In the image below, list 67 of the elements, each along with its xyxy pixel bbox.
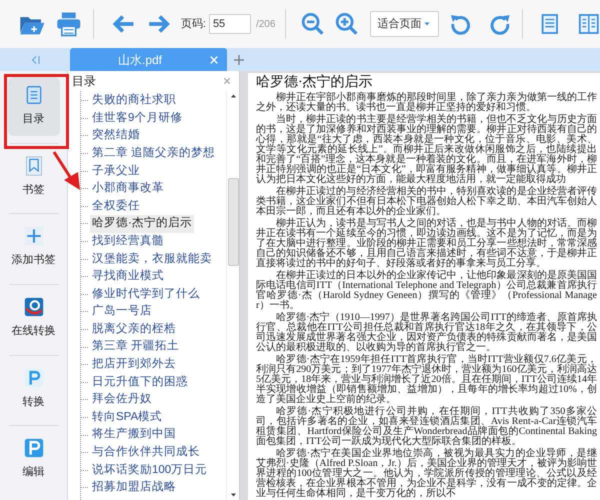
zoom-select[interactable]: 适合页面	[370, 11, 439, 37]
toc-item[interactable]: 把店开到郊外去	[90, 356, 178, 374]
page-label: 页码:	[180, 16, 206, 32]
two-page-icon[interactable]	[578, 13, 600, 35]
scroll-up-icon[interactable]	[230, 93, 236, 99]
close-icon[interactable]	[223, 77, 231, 85]
toc-item[interactable]: 说坏话奖励100万日元	[90, 462, 210, 479]
single-page-icon[interactable]	[538, 13, 560, 35]
toc-item[interactable]: 佳世客9个月研修	[90, 110, 184, 128]
plus-icon[interactable]	[24, 226, 44, 246]
toc-item[interactable]: 失败的商社求职	[90, 92, 178, 110]
sidebar-button[interactable]: 添加书签	[8, 218, 60, 278]
page-number-field[interactable]: 55	[208, 14, 251, 34]
bookmark-icon[interactable]	[24, 156, 44, 176]
toc-item[interactable]: 将生产搬到中国	[90, 426, 178, 444]
toc-item[interactable]: 子承父业	[90, 162, 142, 180]
page-total: /206	[256, 18, 276, 32]
toc-item[interactable]: 与合作伙伴共同成长	[90, 444, 202, 462]
scrollbar-thumb[interactable]	[228, 178, 238, 266]
document-paragraph: 在柳井正读过的日本以外的企业家传记中，让他印象最深刻的是原美国国际电话电信司ITT（International Telephone and Telegraph）公司总裁兼首席执行官哈罗德·杰（Harold Sydney Geneen）撰写的《管理》（Professional Manager）一书。	[256, 271, 597, 311]
rotate-left-icon[interactable]	[448, 12, 472, 36]
zoom-select-value: 适合页面	[378, 16, 422, 32]
toc-item[interactable]: 全权委任	[90, 198, 142, 215]
sidebar-button[interactable]: 在线转换	[8, 289, 60, 348]
sidebar-button[interactable]: 书签	[8, 148, 60, 206]
toc-item[interactable]: 拜会佐丹奴	[90, 391, 154, 409]
toc-item[interactable]: 汉堡能卖，衣服就能卖	[90, 250, 214, 268]
document-paragraph: 柳井正认为，读书是与写书人之间的对话，也是与书中人物的对话。而柳井正在读书有一个延续至今的习惯，即边读边画线。这不是为了记忆，而是为了在大脑中进行整理。业阶段的柳井正需要和员工分享一些想法时，常常深感自己的知识储备还不够，且用自己语言来描述时，有些词不达意，于是柳井正直接将读过的书中的好句子、好段落或者好的事拿来与员工分享。	[256, 219, 597, 269]
printer-icon[interactable]	[55, 10, 83, 38]
toc-item[interactable]: 招募加盟店战略	[90, 479, 178, 496]
toc-item[interactable]: 修业时代学到了什么	[90, 286, 202, 303]
toc-item[interactable]: 转向SPA模式	[90, 408, 164, 426]
toc-item[interactable]: 寻找商业模式	[90, 268, 166, 286]
toc-item[interactable]: 第二章 追随父亲的梦想	[90, 144, 218, 162]
caret-icon[interactable]	[422, 21, 431, 27]
document-paragraph: 哈罗德·杰宁（1910—1997）是世界著名跨国公司ITT的缔造者、原首席执行官、总裁他在ITT公司担任总裁和首席执行官达18年之久，在其领导下，公司迅速发展成世界著名强大企业，因对资产负债表的特殊贡献而著名，是美国公认的最积极进取的、以收购为导的首席执行官之一。	[256, 313, 597, 353]
sidebar-button[interactable]: 转换	[8, 360, 60, 418]
sidebar-button[interactable]: 目录	[8, 77, 60, 136]
page-heading: 哈罗德·杰宁的启示	[256, 75, 374, 91]
document-paragraph: 哈罗德·杰宁在美国企业界地位崇高，被视为最具实力的企业导师，是继艾弗烈·史隆（Alfred P.Sloan，Jr.）后，美国企业界的管理天才，被评为影响世界进程的100位管理大之一。他认为，学院派所传授的管理理论、公式以及经营检核表，在企业界根本不管用，为企业不是科学，没有一成不变的定律。企业与任何生命体相同，是千变万化的，所以不	[256, 449, 597, 499]
collapse-panel-icon[interactable]	[29, 54, 41, 66]
document-paragraph: 哈罗德·杰宁在1959年担任ITT首席执行官，当时ITT营业额仅7.6亿美元，利润只有290万美元；到了1977年杰宁退休时，营业额为160亿美元，利润高达5亿美元，18年来，营业与利润增长了近20倍。且在任期间，ITT公司连续14年半实现增收增益（即销售额增加、益增加），且每年的增长率均超过10%，创造了美国企业史上空前的纪录。	[256, 355, 597, 405]
toc-item[interactable]: 脱离父亲的桎梏	[90, 320, 178, 338]
toc-item[interactable]: 找到经营真髓	[90, 232, 166, 250]
zoom-in-icon[interactable]	[334, 11, 360, 37]
app-logo-icon[interactable]	[24, 368, 44, 388]
toc-item[interactable]: 第三章 开疆拓土	[90, 338, 182, 356]
app-logo-icon[interactable]	[24, 297, 44, 318]
toc-item[interactable]: 广岛一号店	[90, 303, 154, 321]
rotate-right-icon[interactable]	[488, 12, 512, 36]
toc-item[interactable]: 小郡商事改革	[90, 180, 166, 198]
toc-item[interactable]: 日元升值下的困惑	[90, 374, 190, 391]
document-paragraph: 柳井正在宇部小郡商事磨炼的那段时间里，除了亲力亲为做第一线的工作之外，还读大量的书。读书也一直是柳井正坚持的爱好和习惯。	[256, 93, 597, 113]
sidebar-button[interactable]: 编辑	[8, 430, 60, 490]
tab-label: 山水.pdf	[118, 52, 164, 68]
toc-item[interactable]: 突然结婚	[90, 127, 142, 145]
panel-title: 目录	[72, 73, 96, 90]
list-icon[interactable]	[24, 85, 44, 106]
zoom-out-icon[interactable]	[300, 11, 326, 37]
document-paragraph: 在柳井正读过的与经济经营相关的书中，特别喜欢读的是企业经营者评传类书籍，这企业家们不但有日本松下电器创始人松下幸之助、本田汽车创始人本田宗一郎，而且还有本以外的企业家们。	[256, 187, 597, 217]
scroll-down-icon[interactable]	[230, 492, 236, 498]
document-paragraph: 哈罗德·杰宁积极地进行公司并购，在任期间，ITT共收购了350多家公司，包括许多著名的企业，如喜来登连锁酒店集团、Avis Rent-a-Car连锁汽车租赁集团、Hartford保险公司及生产Wonderbread品牌面包的Continental Baking面包集团，ITT公司一跃成为现代化大型际联合集团的样板。	[256, 407, 597, 447]
document-paragraph: 当时，柳井正读的书主要是经营学相关的书籍，但也不乏文化与历史方面的书，这是了加深修养和对西装事业的理解的需要。柳井正对待西装有自己的心得，那就是“往大了虑，西装本身就是一种文化，位于音乐、电影、美术、文学等文化元素的延长线上”。而柳井正后来改做休闲服饰之后，也陆续提出和完善了“百搭”理念，这本身就是一种着装的文化。而且，在进军海外时，柳井正特别强调的也正是“日本文化”，即富有服务精神，做事细认真等。柳井正认为把日本文化这些好的方面，能最大程度地活用，就一定能取得成功	[256, 115, 597, 185]
app-logo-icon[interactable]	[24, 438, 44, 458]
new-tab-icon[interactable]	[233, 54, 245, 66]
arrow-drawing	[52, 150, 82, 192]
toc-item[interactable]: 哈罗德·杰宁的启示	[90, 215, 194, 233]
